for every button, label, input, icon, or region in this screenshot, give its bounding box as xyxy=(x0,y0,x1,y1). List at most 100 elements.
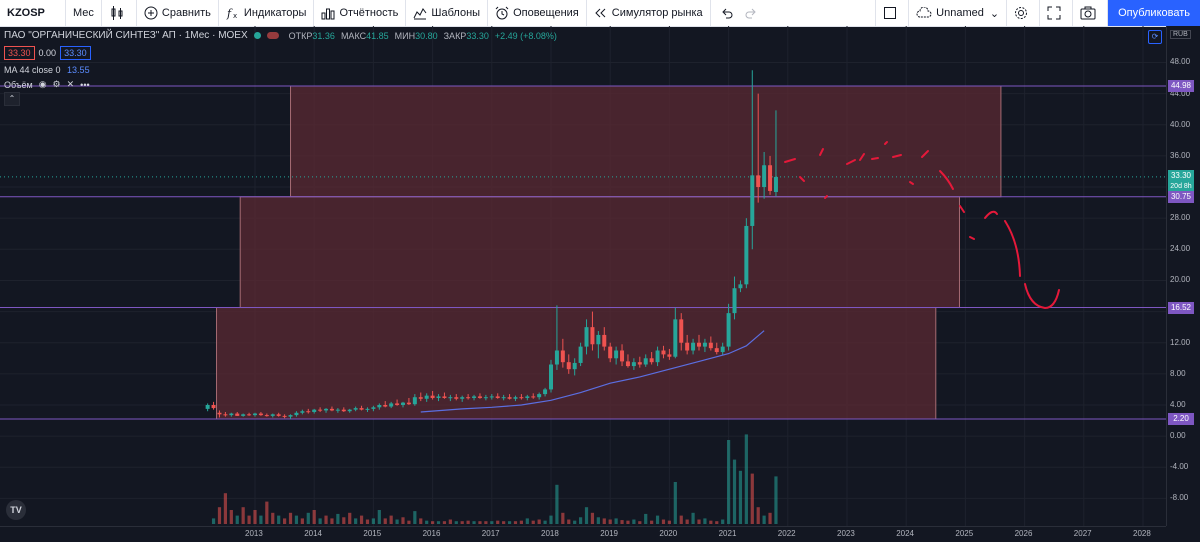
candle-body xyxy=(750,175,755,226)
tradingview-logo[interactable]: TV xyxy=(6,500,26,520)
candle-body xyxy=(691,342,696,351)
volume-bar xyxy=(265,501,269,524)
volume-bar xyxy=(217,507,222,524)
candle-body xyxy=(282,415,287,417)
symbol-search-button[interactable]: KZOSP xyxy=(0,0,66,26)
chart-type-button[interactable] xyxy=(102,0,137,26)
candle-body xyxy=(359,408,364,410)
ma-row[interactable]: MA 44 close 0 13.55 xyxy=(4,65,557,75)
volume-bar xyxy=(543,520,547,524)
settings-icon[interactable]: ⚙ xyxy=(53,79,61,90)
volume-row[interactable]: Объём ◉ ⚙ ✕ ••• xyxy=(4,79,557,90)
candle-body xyxy=(661,350,666,355)
snapshot-button[interactable] xyxy=(1073,0,1109,26)
volume-bar xyxy=(306,512,310,524)
reports-button[interactable]: Отчётность xyxy=(314,0,407,26)
candle-body xyxy=(537,394,542,398)
candle-body xyxy=(353,408,358,410)
candle-body xyxy=(655,350,660,363)
low-value: 30.80 xyxy=(415,30,438,41)
volume-bar xyxy=(484,521,488,524)
volume-bar xyxy=(389,515,393,524)
candle-body xyxy=(525,396,530,398)
templates-icon xyxy=(413,8,427,20)
currency-badge[interactable]: RUB xyxy=(1170,30,1191,39)
candle-body xyxy=(513,397,518,399)
volume-bar xyxy=(478,521,482,524)
compare-button[interactable]: Сравнить xyxy=(137,0,219,26)
more-icon[interactable]: ••• xyxy=(80,80,89,90)
layout-menu-button[interactable]: Unnamed ⌄ xyxy=(909,0,1008,26)
templates-button[interactable]: Шаблоны xyxy=(406,0,489,26)
candle-body xyxy=(377,404,382,408)
plus-circle-icon xyxy=(144,6,158,20)
candle-body xyxy=(549,364,553,390)
candle-body xyxy=(489,396,494,398)
cloud-icon xyxy=(916,7,932,18)
y-tick-label: 48.00 xyxy=(1170,57,1191,67)
fullscreen-button[interactable] xyxy=(1040,0,1074,26)
candle-body xyxy=(773,176,778,193)
volume-bar xyxy=(241,507,245,524)
close-icon[interactable]: ✕ xyxy=(67,79,75,90)
candle-body xyxy=(383,404,388,407)
candle-body xyxy=(685,342,690,351)
svg-text:f: f xyxy=(226,7,233,20)
indicators-label: Индикаторы xyxy=(243,7,307,19)
volume-bar xyxy=(638,521,642,524)
candle-body xyxy=(258,413,263,416)
volume-bar xyxy=(348,512,352,524)
redo-button[interactable] xyxy=(741,0,765,26)
sync-icon[interactable]: ⟳ xyxy=(1148,30,1162,44)
candle-body xyxy=(454,397,459,399)
volume-bar xyxy=(667,520,671,524)
candle-body xyxy=(507,397,512,399)
candle-body xyxy=(744,225,749,285)
candle-body xyxy=(442,396,447,398)
indicators-button[interactable]: fx Индикаторы xyxy=(219,0,315,26)
candle-body xyxy=(637,362,642,365)
volume-bar xyxy=(602,518,606,524)
alerts-button[interactable]: Оповещения xyxy=(488,0,587,26)
rewind-icon xyxy=(595,8,606,18)
simulator-button[interactable]: Симулятор рынка xyxy=(587,0,711,26)
candle-body xyxy=(424,395,429,399)
settings-button[interactable] xyxy=(1007,0,1041,26)
bid-pill[interactable]: 33.30 xyxy=(4,46,35,60)
low-label: МИН xyxy=(394,30,416,41)
bid-ask-row: 33.30 0.00 33.30 xyxy=(4,46,557,60)
candle-body xyxy=(318,409,323,411)
ask-pill[interactable]: 33.30 xyxy=(60,46,91,60)
candle-body xyxy=(608,346,613,359)
brush-drawing xyxy=(984,210,998,219)
fullscreen-select-button[interactable] xyxy=(875,0,910,26)
visibility-toggle-icon[interactable] xyxy=(266,32,279,39)
undo-button[interactable] xyxy=(711,0,741,26)
eye-icon[interactable]: ◉ xyxy=(39,79,47,90)
volume-label: Объём xyxy=(4,79,33,90)
market-status-icon xyxy=(253,32,261,39)
volume-bar xyxy=(549,515,553,524)
collapse-legend-button[interactable]: ⌃ xyxy=(4,92,20,106)
volume-bar xyxy=(442,521,447,524)
instrument-title[interactable]: ПАО "ОРГАНИЧЕСКИЙ СИНТЕЗ" АП · 1Мес · MO… xyxy=(4,30,248,41)
volume-bar xyxy=(324,515,328,524)
candle-body xyxy=(756,175,761,188)
volume-bar xyxy=(679,515,683,524)
publish-button[interactable]: Опубликовать xyxy=(1108,0,1200,26)
interval-button[interactable]: Мес xyxy=(66,0,102,26)
volume-bar xyxy=(223,493,227,524)
x-tick-label: 2028 xyxy=(1133,529,1151,538)
candle-body xyxy=(235,413,240,416)
x-tick-label: 2020 xyxy=(659,529,678,538)
volume-bar xyxy=(490,521,494,524)
candle-body xyxy=(590,327,595,345)
currency-label: RUB xyxy=(1173,31,1188,38)
volume-bar xyxy=(425,520,429,524)
candle-body xyxy=(602,334,607,347)
volume-bar xyxy=(596,517,600,524)
volume-bar xyxy=(579,517,583,524)
gear-icon xyxy=(1015,7,1028,19)
time-scale[interactable] xyxy=(0,526,1166,542)
x-tick-label: 2019 xyxy=(600,529,618,538)
